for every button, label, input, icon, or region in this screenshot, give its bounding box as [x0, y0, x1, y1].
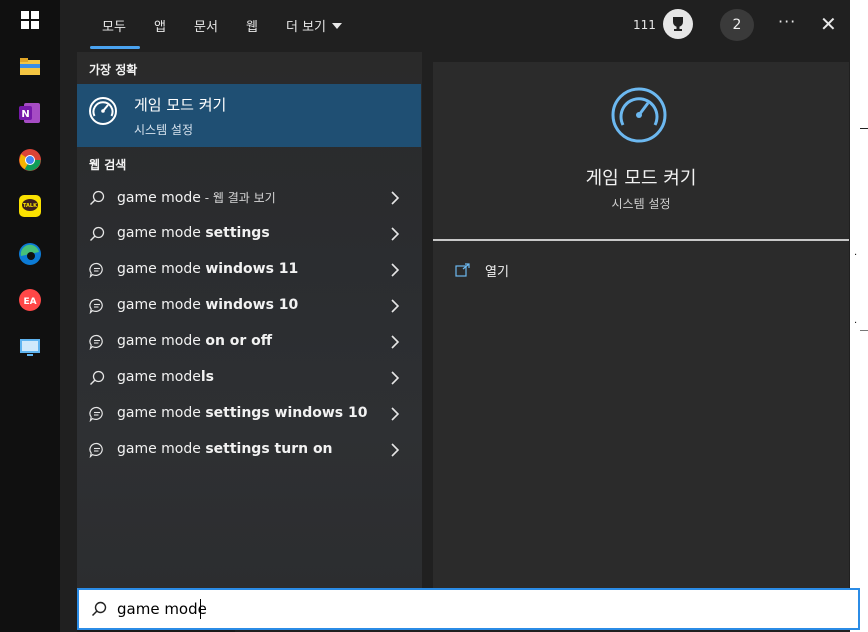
windows-start-icon[interactable] [18, 8, 42, 32]
background-mark: · [854, 250, 858, 261]
chat-bubble-icon [89, 334, 103, 350]
background-divider [860, 330, 868, 331]
web-search-item-label: game mode settings [117, 225, 270, 241]
file-explorer-icon[interactable] [18, 54, 42, 78]
best-match-subtitle: 시스템 설정 [134, 123, 194, 137]
detail-divider [433, 239, 849, 241]
active-tab-indicator [90, 46, 140, 49]
query-text: game mode [117, 405, 206, 421]
query-text: game mode [117, 369, 201, 385]
open-label: 열기 [485, 264, 509, 280]
suggestion-text: windows 11 [205, 261, 299, 277]
tab-documents[interactable]: 문서 [194, 16, 218, 35]
suffix-text: - 웹 결과 보기 [200, 191, 276, 205]
suggestion-text: settings turn on [205, 441, 333, 457]
suggestion-text: windows 10 [205, 297, 299, 313]
chevron-right-icon [391, 227, 400, 241]
onenote-icon[interactable]: N [18, 101, 42, 125]
web-search-item[interactable]: game mode settings windows 10 [77, 397, 421, 431]
rewards-points: 111 [633, 18, 656, 32]
close-icon[interactable]: ✕ [820, 12, 837, 36]
web-search-item[interactable]: game mode on or off [77, 325, 421, 359]
taskbar: N TALK EA [0, 0, 60, 632]
web-search-item[interactable]: game mode - 웹 결과 보기 [77, 181, 421, 215]
web-search-item-label: game models [117, 369, 214, 385]
chevron-right-icon [391, 371, 400, 385]
chevron-right-icon [391, 407, 400, 421]
search-icon [90, 226, 105, 241]
more-options-icon[interactable]: ··· [778, 12, 796, 31]
search-box[interactable] [77, 588, 860, 630]
text-cursor [200, 599, 201, 619]
svg-text:EA: EA [23, 297, 36, 307]
best-match-title: 게임 모드 켜기 [134, 96, 227, 114]
search-input[interactable] [117, 596, 817, 622]
svg-text:N: N [21, 109, 29, 120]
best-match-item[interactable]: 게임 모드 켜기 시스템 설정 [77, 84, 421, 147]
web-search-item[interactable]: game mode settings turn on [77, 433, 421, 467]
web-search-item-label: game mode windows 10 [117, 297, 298, 313]
suggestion-text: settings windows 10 [205, 405, 368, 421]
search-icon [90, 370, 105, 385]
web-search-item-label: game mode settings turn on [117, 441, 333, 457]
web-search-item[interactable]: game mode windows 11 [77, 253, 421, 287]
detail-title: 게임 모드 켜기 [585, 168, 697, 189]
web-search-item-label: game mode - 웹 결과 보기 [117, 189, 276, 206]
search-icon [91, 601, 107, 617]
web-search-item[interactable]: game mode windows 10 [77, 289, 421, 323]
suggestion-text: on or off [205, 333, 273, 349]
chat-bubble-icon [89, 262, 103, 278]
open-external-icon [455, 263, 470, 277]
query-text: game mode [117, 190, 201, 206]
best-match-heading: 가장 정확 [89, 63, 138, 77]
chat-bubble-icon [89, 406, 103, 422]
query-text: game mode [117, 297, 206, 313]
tab-more-label: 더 보기 [286, 20, 327, 35]
background-mark: · [854, 318, 858, 329]
query-text: game mode [117, 225, 206, 241]
edge-icon[interactable] [18, 242, 42, 266]
tab-web[interactable]: 웹 [246, 16, 258, 35]
web-search-heading: 웹 검색 [89, 158, 127, 172]
chevron-right-icon [391, 191, 400, 205]
rewards-trophy-icon[interactable] [663, 9, 693, 39]
chevron-right-icon [391, 263, 400, 277]
suggestion-text: ls [200, 369, 215, 385]
chevron-down-icon [332, 23, 343, 29]
web-search-item[interactable]: game mode settings [77, 217, 421, 251]
speedometer-icon [611, 87, 667, 143]
chevron-right-icon [391, 335, 400, 349]
chevron-right-icon [391, 299, 400, 313]
search-icon [90, 190, 105, 205]
tab-more[interactable]: 더 보기 [286, 16, 343, 35]
detail-subtitle: 시스템 설정 [611, 197, 671, 211]
open-action[interactable]: 열기 [455, 258, 509, 282]
chat-bubble-icon [89, 298, 103, 314]
kakaotalk-icon[interactable]: TALK [18, 194, 42, 218]
chrome-icon[interactable] [18, 148, 42, 172]
web-search-item[interactable]: game models [77, 361, 421, 395]
background-divider [860, 128, 868, 129]
web-search-item-label: game mode on or off [117, 333, 272, 349]
chevron-right-icon [391, 443, 400, 457]
web-search-item-label: game mode windows 11 [117, 261, 298, 277]
speedometer-icon [89, 97, 117, 125]
remote-desktop-icon[interactable] [18, 335, 42, 359]
tab-all[interactable]: 모두 [102, 16, 126, 35]
query-text: game mode [117, 333, 206, 349]
web-search-item-label: game mode settings windows 10 [117, 405, 368, 421]
query-text: game mode [117, 261, 206, 277]
tab-apps[interactable]: 앱 [154, 16, 166, 35]
svg-text:TALK: TALK [23, 203, 38, 209]
chat-bubble-icon [89, 442, 103, 458]
suggestion-text: settings [205, 225, 270, 241]
query-text: game mode [117, 441, 206, 457]
account-avatar[interactable]: 2 [720, 9, 754, 41]
background-window: · · [850, 0, 868, 632]
ea-icon[interactable]: EA [18, 288, 42, 312]
